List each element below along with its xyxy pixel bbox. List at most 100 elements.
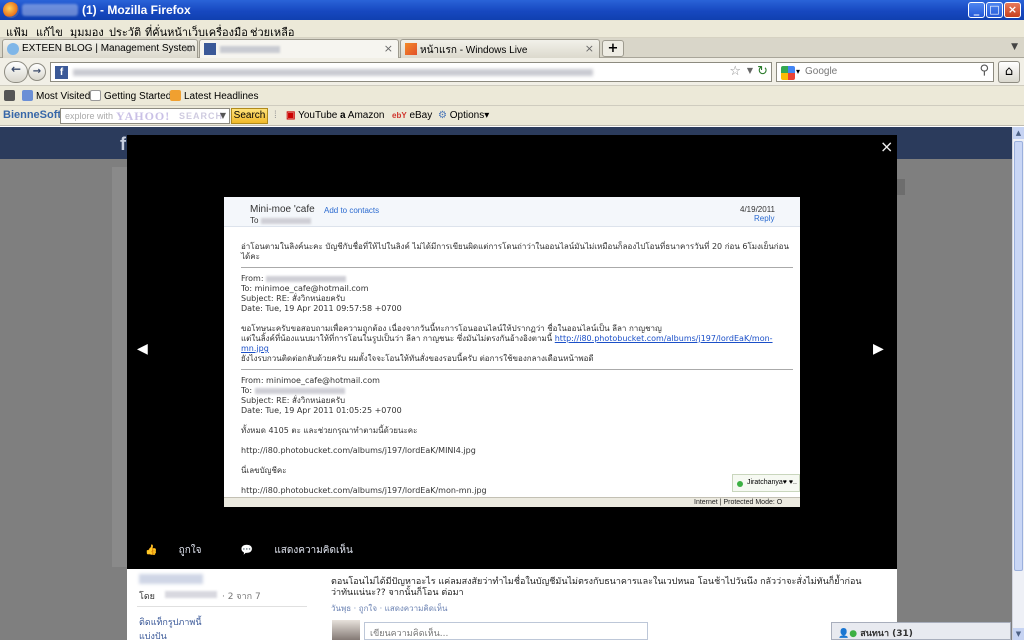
chat-popup: Jiratchanya♥ ♥.. <box>732 474 800 492</box>
amazon-icon: a <box>340 110 346 121</box>
bookmarks-bar: Most Visited Getting Started Latest Head… <box>0 86 1024 106</box>
windows-live-favicon <box>405 43 417 55</box>
reply-link: Reply <box>754 214 775 223</box>
email-to: To <box>250 216 311 225</box>
by-label: โดย <box>139 592 155 602</box>
scroll-thumb[interactable] <box>1014 141 1023 571</box>
share-link[interactable]: แบ่งปัน <box>139 629 167 640</box>
home-button[interactable]: ⌂ <box>998 61 1020 83</box>
close-window-button[interactable]: × <box>1004 2 1021 18</box>
yahoo-search-button[interactable]: Search <box>231 108 268 124</box>
avatar <box>332 620 360 640</box>
yahoo-logo: YAHOO! <box>116 109 171 123</box>
msg1-subject: Subject: RE: สั่งวิกหน่อยครับ <box>241 294 346 303</box>
toolbar-link-youtube[interactable]: ▣ YouTube <box>286 110 337 121</box>
window-title: (1) - Mozilla Firefox <box>82 3 191 17</box>
online-icon: 👤 <box>838 629 850 639</box>
comment-button[interactable]: 💬 แสดงความคิดเห็น <box>241 545 371 556</box>
page-icon <box>90 90 101 101</box>
yahoo-search-watermark: SEARCH <box>179 111 224 121</box>
photo-count: · 2 จาก 7 <box>222 592 261 602</box>
menu-bar: แฟ้ม แก้ไข มุมมอง ประวัติ ที่คั่นหน้าเว็… <box>0 20 1024 39</box>
reload-icon[interactable]: ↻ <box>757 64 768 79</box>
title-bar: (1) - Mozilla Firefox _ □ × <box>0 0 1024 20</box>
tab-bar: EXTEEN BLOG | Management System × × หน้า… <box>0 38 1024 59</box>
minimize-button[interactable]: _ <box>968 2 985 18</box>
toolbar-grip-icon: ⁞ <box>274 110 277 121</box>
toolbar-brand: BienneSoft <box>3 109 62 121</box>
scroll-down-icon[interactable]: ▼ <box>1013 628 1024 640</box>
page-scrollbar[interactable]: ▲ ▼ <box>1012 127 1024 640</box>
bookmark-menu-icon[interactable] <box>4 90 18 102</box>
biennesoft-toolbar: BienneSoft explore with YAHOO! SEARCH ▼ … <box>0 106 1024 126</box>
forward-button[interactable]: → <box>28 63 46 81</box>
bookmark-star-icon[interactable]: ☆ <box>729 64 741 79</box>
url-dropdown-icon[interactable]: ▼ <box>747 66 753 75</box>
msg2-date: Date: Tue, 19 Apr 2011 01:05:25 +0700 <box>241 406 402 415</box>
search-engine-dropdown-icon[interactable]: ▾ <box>796 67 800 76</box>
blurred-title-prefix <box>22 4 78 16</box>
toolbar-options[interactable]: ⚙ Options▾ <box>438 110 489 121</box>
toolbar-link-amazon[interactable]: a Amazon <box>340 110 384 121</box>
email-sender: Mini-moe 'cafe <box>250 204 315 215</box>
new-tab-button[interactable]: + <box>602 40 624 57</box>
tab-label: EXTEEN BLOG | Management System <box>22 43 196 54</box>
bookmark-latest-headlines[interactable]: Latest Headlines <box>170 90 259 102</box>
photo-caption: ตอนโอนไม่ได้มีปัญหาอะไร แค่ลมสงสัยว่าทำไ… <box>331 577 862 598</box>
toolbar-link-ebay[interactable]: ebY eBay <box>392 110 432 121</box>
msg1-body-line2: แต่ในลิ้งค์ที่น้องแนบมาให้ที่การโอนในรูป… <box>241 334 773 353</box>
scroll-up-icon[interactable]: ▲ <box>1013 127 1024 139</box>
google-icon[interactable] <box>781 66 795 80</box>
ebay-icon: ebY <box>392 111 407 120</box>
close-icon[interactable]: × <box>880 137 893 156</box>
firefox-icon <box>3 2 19 18</box>
exteen-favicon <box>7 43 19 55</box>
msg1-from: From: <box>241 274 793 284</box>
online-dot-icon: ● <box>849 629 858 639</box>
yahoo-placeholder: explore with <box>65 111 114 121</box>
msg2-url1: http://i80.photobucket.com/albums/j197/l… <box>241 446 476 455</box>
youtube-icon: ▣ <box>286 110 296 121</box>
most-visited-icon <box>22 90 33 101</box>
back-button[interactable]: ← <box>4 61 28 83</box>
photo-comments-panel: โดย · 2 จาก 7 ติดแท็กรูปภาพนี้ แบ่งปัน ต… <box>127 569 897 640</box>
page-left-column <box>112 167 127 567</box>
chat-bar[interactable]: 👤● สนทนา (31) <box>831 622 1011 640</box>
tab-windows-live[interactable]: หน้าแรก - Windows Live × <box>400 39 600 58</box>
email-body: อ่าโอนตามในลิงค์นะคะ บัญชีกับชื่อที่ให้ไ… <box>241 242 793 496</box>
add-to-contacts-link: Add to contacts <box>324 206 380 215</box>
blurred-owner-name <box>165 591 217 598</box>
ie-status-bar: Internet | Protected Mode: O <box>224 497 800 507</box>
comment-input[interactable]: เขียนความคิดเห็น... <box>364 622 648 640</box>
bookmark-getting-started[interactable]: Getting Started <box>90 90 171 102</box>
search-placeholder: Google <box>805 66 838 77</box>
search-box[interactable]: ▾ Google ⚲ <box>776 62 994 82</box>
url-bar[interactable]: f ☆ ▼ ↻ <box>50 62 772 82</box>
tab-close-icon[interactable]: × <box>384 42 393 55</box>
photo-lightbox: × ◀ ▶ Mini-moe 'cafe Add to contacts To … <box>127 135 897 569</box>
tab-close-icon[interactable]: × <box>585 42 594 55</box>
yahoo-search-input[interactable]: explore with YAHOO! SEARCH ▼ <box>60 108 230 124</box>
blurred-album-name <box>139 574 203 584</box>
caption-meta[interactable]: วันพุธ · ถูกใจ · แสดงความคิดเห็น <box>331 602 447 615</box>
previous-photo-icon[interactable]: ◀ <box>137 341 148 357</box>
search-icon[interactable]: ⚲ <box>979 63 989 78</box>
bookmark-most-visited[interactable]: Most Visited <box>22 90 90 102</box>
tab-list-icon[interactable]: ▼ <box>1011 42 1018 52</box>
yahoo-dropdown-icon[interactable]: ▼ <box>220 111 226 120</box>
security-zone: Internet | Protected Mode: O <box>694 499 783 506</box>
tab-exteen[interactable]: EXTEEN BLOG | Management System × <box>2 39 198 58</box>
email-intro: อ่าโอนตามในลิงค์นะคะ บัญชีกับชื่อที่ให้ไ… <box>241 242 789 261</box>
navigation-bar: ← → f ☆ ▼ ↻ ▾ Google ⚲ ⌂ <box>0 58 1024 86</box>
tab-facebook[interactable]: × <box>199 39 399 59</box>
msg2-total: ทั้งหมด 4105 ตะ และช่วยกรุณาทำตามนี้ด้วย… <box>241 426 418 435</box>
msg1-date: Date: Tue, 19 Apr 2011 09:57:58 +0700 <box>241 304 402 313</box>
maximize-button[interactable]: □ <box>986 2 1003 18</box>
msg2-subject: Subject: RE: สั่งวิกหน่อยครับ <box>241 396 346 405</box>
tag-photo-link[interactable]: ติดแท็กรูปภาพนี้ <box>139 615 202 629</box>
tab-label: หน้าแรก - Windows Live <box>420 45 528 56</box>
like-button[interactable]: 👍 ถูกใจ <box>145 545 220 556</box>
next-photo-icon[interactable]: ▶ <box>873 341 884 357</box>
email-date: 4/19/2011 <box>740 205 775 214</box>
tab-close-icon[interactable]: × <box>183 42 192 55</box>
